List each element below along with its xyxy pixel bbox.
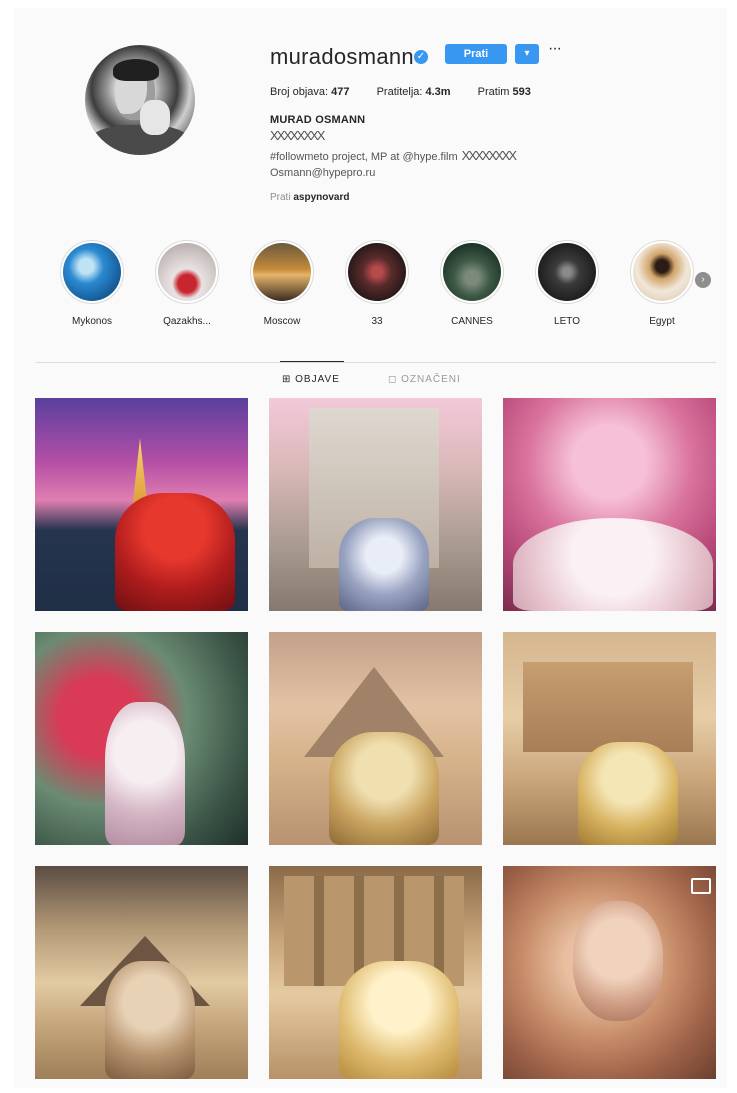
highlight-label: CANNES (451, 316, 493, 327)
follow-button[interactable]: Prati (445, 44, 507, 64)
chevron-right-icon[interactable]: › (695, 272, 711, 288)
followers-label: Pratitelja: (376, 86, 423, 98)
followed-by-label: Prati (270, 192, 291, 203)
post-tile[interactable] (35, 866, 248, 1079)
highlight-image (633, 243, 691, 301)
avatar-body (90, 125, 190, 155)
post-tile[interactable] (269, 398, 482, 611)
profile-email: Osmann@hypepro.ru (270, 167, 376, 179)
post-subject-face (573, 901, 663, 1021)
highlight-mykonos[interactable]: Mykonos (52, 240, 132, 327)
verified-badge-icon: ✓ (414, 50, 428, 64)
following-stat[interactable]: Pratim 593 (478, 86, 531, 98)
bio-text: #followmeto project, MP at @hype.film (270, 151, 458, 163)
post-tile[interactable] (35, 632, 248, 845)
followers-count: 4.3m (425, 86, 451, 98)
post-temple (523, 662, 693, 752)
post-subject-dress (578, 742, 678, 845)
post-subject-dress (105, 702, 185, 845)
highlight-ring (155, 240, 219, 304)
following-count: 593 (512, 86, 531, 98)
following-label: Pratim (477, 86, 510, 98)
post-tile[interactable] (269, 866, 482, 1079)
profile-username: muradosmann (270, 44, 414, 69)
post-tile[interactable] (269, 632, 482, 845)
profile-avatar[interactable] (85, 45, 195, 155)
highlight-moscow[interactable]: Moscow (242, 240, 322, 327)
followed-by-user: aspynovard (293, 192, 350, 203)
posts-label: Broj objava: (270, 86, 329, 98)
highlight-image (63, 243, 121, 301)
highlight-ring (630, 240, 694, 304)
avatar-hand (140, 100, 170, 135)
profile-full-name: MURAD OSMANN (270, 114, 366, 126)
highlight-egypt[interactable]: Egypt (622, 240, 702, 327)
posts-stat: Broj objava: 477 (270, 86, 350, 98)
highlight-qazakhs[interactable]: Qazakhs... (147, 240, 227, 327)
highlight-ring (535, 240, 599, 304)
followed-by[interactable]: Prati aspynovard (270, 192, 349, 203)
highlight-leto[interactable]: LETO (527, 240, 607, 327)
highlight-image (253, 243, 311, 301)
active-tab-indicator (280, 361, 344, 362)
tab-tagged[interactable]: ◻ OZNAČENI (388, 374, 461, 385)
followers-stat[interactable]: Pratitelja: 4.3m (377, 86, 451, 98)
highlight-ring (440, 240, 504, 304)
post-subject-dress (115, 493, 235, 611)
tabs-divider (36, 362, 716, 363)
post-subject-dress (105, 961, 195, 1079)
post-tile[interactable] (503, 866, 716, 1079)
post-subject-dress (513, 518, 713, 611)
post-subject-dress (339, 518, 429, 611)
highlight-33[interactable]: 33 (337, 240, 417, 327)
follow-options-button[interactable]: ▾ (515, 44, 539, 64)
highlight-label: 33 (371, 316, 383, 327)
profile-bio: #followmeto project, MP at @hype.film XXX… (270, 148, 517, 163)
highlight-image (538, 243, 596, 301)
profile-page: muradosmann ✓ Prati ▾ ··· Broj objava: 4… (14, 8, 727, 1088)
highlight-image (443, 243, 501, 301)
video-camera-icon (691, 878, 711, 894)
avatar-hair (113, 59, 159, 81)
highlight-label: Qazakhs... (163, 316, 211, 327)
highlight-label: Moscow (263, 316, 301, 327)
highlight-ring (250, 240, 314, 304)
post-tile[interactable] (35, 398, 248, 611)
highlight-ring (345, 240, 409, 304)
highlight-cannes[interactable]: CANNES (432, 240, 512, 327)
highlight-label: LETO (554, 316, 580, 327)
highlight-image (158, 243, 216, 301)
posts-count: 477 (331, 86, 350, 98)
profile-stats: Broj objava: 477 Pratitelja: 4.3m Pratim… (270, 86, 555, 98)
highlight-label: Mykonos (71, 316, 112, 327)
bio-redacted-suffix: XXXXXXXX (461, 148, 517, 163)
post-subject-dress (329, 732, 439, 845)
post-tile[interactable] (503, 398, 716, 611)
tab-posts[interactable]: ⊞ OBJAVE (282, 374, 340, 385)
highlight-label: Egypt (649, 316, 675, 327)
bio-redacted-line: XXXXXXXX (270, 128, 325, 143)
highlight-ring (60, 240, 124, 304)
options-menu-icon[interactable]: ··· (548, 40, 562, 58)
highlight-image (348, 243, 406, 301)
post-tile[interactable] (503, 632, 716, 845)
post-subject-dress (339, 961, 459, 1079)
